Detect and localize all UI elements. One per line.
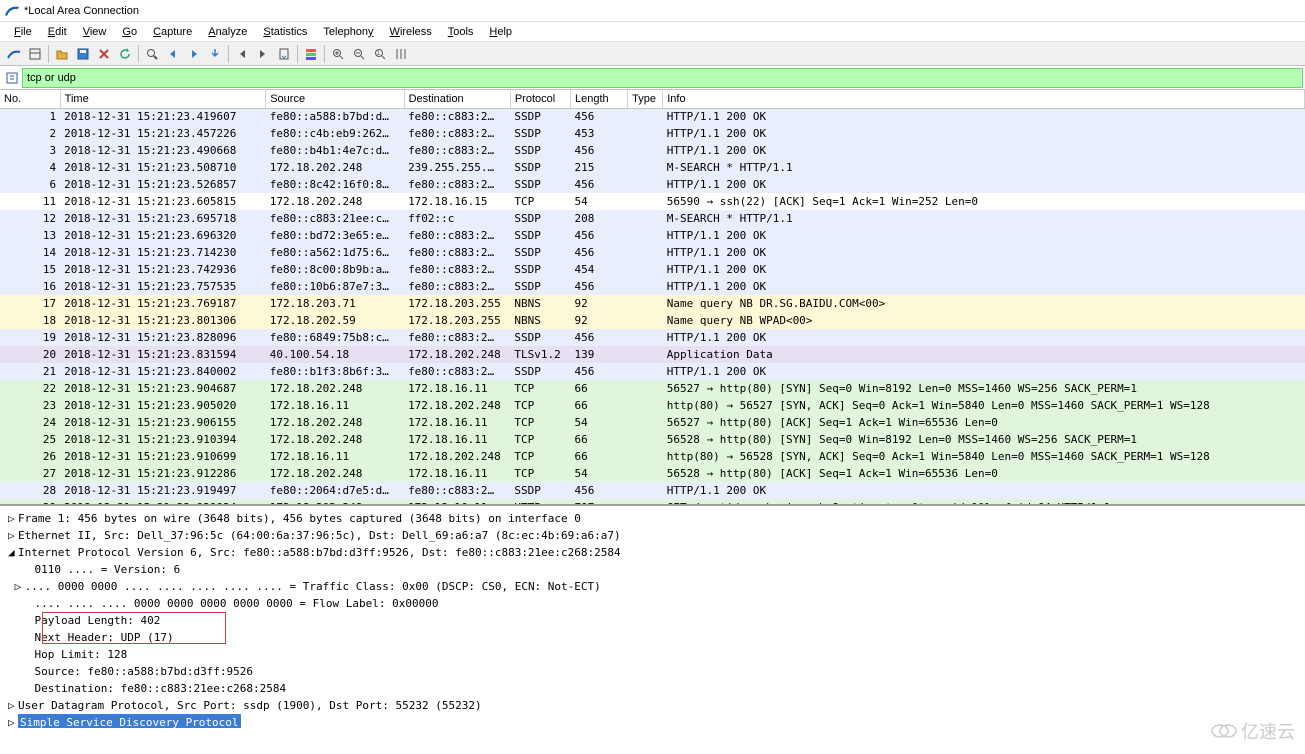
packet-row[interactable]: 42018-12-31 15:21:23.508710172.18.202.24… <box>0 159 1305 176</box>
packet-list[interactable]: No.TimeSourceDestinationProtocolLengthTy… <box>0 90 1305 504</box>
reload-icon[interactable] <box>115 44 135 64</box>
packet-row[interactable]: 262018-12-31 15:21:23.910699172.18.16.11… <box>0 448 1305 465</box>
col-header[interactable]: Source <box>266 90 404 108</box>
packet-row[interactable]: 202018-12-31 15:21:23.83159440.100.54.18… <box>0 346 1305 363</box>
detail-line[interactable]: Destination: fe80::c883:21ee:c268:2584 <box>8 680 1297 697</box>
col-header[interactable]: Protocol <box>510 90 570 108</box>
display-filter[interactable] <box>22 68 1303 88</box>
next-icon[interactable] <box>184 44 204 64</box>
title-bar: *Local Area Connection <box>0 0 1305 22</box>
detail-line[interactable]: Source: fe80::a588:b7bd:d3ff:9526 <box>8 663 1297 680</box>
filter-bar <box>0 66 1305 90</box>
close-icon[interactable] <box>94 44 114 64</box>
display-filter-input[interactable] <box>27 72 1298 84</box>
packet-row[interactable]: 192018-12-31 15:21:23.828096fe80::6849:7… <box>0 329 1305 346</box>
packet-row[interactable]: 282018-12-31 15:21:23.919497fe80::2064:d… <box>0 482 1305 499</box>
menu-go[interactable]: Go <box>116 24 143 40</box>
detail-line-selected[interactable]: ▷Simple Service Discovery Protocol <box>8 714 1297 728</box>
col-header[interactable]: Time <box>60 90 266 108</box>
packet-row[interactable]: 212018-12-31 15:21:23.840002fe80::b1f3:8… <box>0 363 1305 380</box>
packet-row[interactable]: 272018-12-31 15:21:23.912286172.18.202.2… <box>0 465 1305 482</box>
packet-row[interactable]: 62018-12-31 15:21:23.526857fe80::8c42:16… <box>0 176 1305 193</box>
filter-bookmark-icon[interactable] <box>2 68 22 88</box>
menu-bar[interactable]: File Edit View Go Capture Analyze Statis… <box>0 22 1305 42</box>
prev-icon[interactable] <box>163 44 183 64</box>
packet-row[interactable]: 22018-12-31 15:21:23.457226fe80::c4b:eb9… <box>0 125 1305 142</box>
packet-row[interactable]: 252018-12-31 15:21:23.910394172.18.202.2… <box>0 431 1305 448</box>
packet-row[interactable]: 172018-12-31 15:21:23.769187172.18.203.7… <box>0 295 1305 312</box>
detail-line[interactable]: ▷User Datagram Protocol, Src Port: ssdp … <box>8 697 1297 714</box>
col-header[interactable]: Destination <box>404 90 510 108</box>
packet-row[interactable]: 12018-12-31 15:21:23.419607fe80::a588:b7… <box>0 108 1305 125</box>
packet-row[interactable]: 232018-12-31 15:21:23.905020172.18.16.11… <box>0 397 1305 414</box>
detail-line[interactable]: ▷Ethernet II, Src: Dell_37:96:5c (64:00:… <box>8 527 1297 544</box>
start-capture-icon[interactable] <box>4 44 24 64</box>
packet-row[interactable]: 222018-12-31 15:21:23.904687172.18.202.2… <box>0 380 1305 397</box>
zoom-out-icon[interactable] <box>349 44 369 64</box>
packet-row[interactable]: 132018-12-31 15:21:23.696320fe80::bd72:3… <box>0 227 1305 244</box>
resize-cols-icon[interactable] <box>391 44 411 64</box>
packet-row[interactable]: 182018-12-31 15:21:23.801306172.18.202.5… <box>0 312 1305 329</box>
zoom-in-icon[interactable] <box>328 44 348 64</box>
packet-row[interactable]: 242018-12-31 15:21:23.906155172.18.202.2… <box>0 414 1305 431</box>
detail-line[interactable]: ▷ .... 0000 0000 .... .... .... .... ...… <box>8 578 1297 595</box>
menu-capture[interactable]: Capture <box>147 24 198 40</box>
col-header[interactable]: Info <box>663 90 1305 108</box>
detail-line[interactable]: ▷Frame 1: 456 bytes on wire (3648 bits),… <box>8 510 1297 527</box>
window-title: *Local Area Connection <box>24 5 139 17</box>
menu-statistics[interactable]: Statistics <box>257 24 313 40</box>
save-icon[interactable] <box>73 44 93 64</box>
detail-line[interactable]: Hop Limit: 128 <box>8 646 1297 663</box>
options-icon[interactable] <box>25 44 45 64</box>
find-icon[interactable] <box>142 44 162 64</box>
menu-view[interactable]: View <box>77 24 113 40</box>
packet-details[interactable]: ▷Frame 1: 456 bytes on wire (3648 bits),… <box>0 504 1305 728</box>
menu-telephony[interactable]: Telephony <box>317 24 379 40</box>
zoom-reset-icon[interactable]: 1 <box>370 44 390 64</box>
autoscroll-icon[interactable] <box>274 44 294 64</box>
menu-file[interactable]: File <box>8 24 38 40</box>
open-icon[interactable] <box>52 44 72 64</box>
menu-tools[interactable]: Tools <box>442 24 480 40</box>
menu-analyze[interactable]: Analyze <box>202 24 253 40</box>
packet-row[interactable]: 112018-12-31 15:21:23.605815172.18.202.2… <box>0 193 1305 210</box>
toolbar: 1 <box>0 42 1305 66</box>
jump-icon[interactable] <box>205 44 225 64</box>
packet-row[interactable]: 162018-12-31 15:21:23.757535fe80::10b6:8… <box>0 278 1305 295</box>
packet-row[interactable]: 152018-12-31 15:21:23.742936fe80::8c00:8… <box>0 261 1305 278</box>
watermark: 亿速云 <box>1211 718 1295 744</box>
first-icon[interactable] <box>232 44 252 64</box>
menu-help[interactable]: Help <box>483 24 518 40</box>
packet-row[interactable]: 122018-12-31 15:21:23.695718fe80::c883:2… <box>0 210 1305 227</box>
app-icon <box>4 3 20 19</box>
colorize-icon[interactable] <box>301 44 321 64</box>
detail-line[interactable]: Payload Length: 402 <box>8 612 1297 629</box>
detail-line[interactable]: Next Header: UDP (17) <box>8 629 1297 646</box>
menu-edit[interactable]: Edit <box>42 24 73 40</box>
col-header[interactable]: Type <box>628 90 663 108</box>
detail-line[interactable]: ◢Internet Protocol Version 6, Src: fe80:… <box>8 544 1297 561</box>
detail-line[interactable]: 0110 .... = Version: 6 <box>8 561 1297 578</box>
packet-row[interactable]: 32018-12-31 15:21:23.490668fe80::b4b1:4e… <box>0 142 1305 159</box>
last-icon[interactable] <box>253 44 273 64</box>
detail-line[interactable]: .... .... .... 0000 0000 0000 0000 0000 … <box>8 595 1297 612</box>
menu-wireless[interactable]: Wireless <box>384 24 438 40</box>
col-header[interactable]: No. <box>0 90 60 108</box>
packet-row[interactable]: 142018-12-31 15:21:23.714230fe80::a562:1… <box>0 244 1305 261</box>
col-header[interactable]: Length <box>571 90 628 108</box>
